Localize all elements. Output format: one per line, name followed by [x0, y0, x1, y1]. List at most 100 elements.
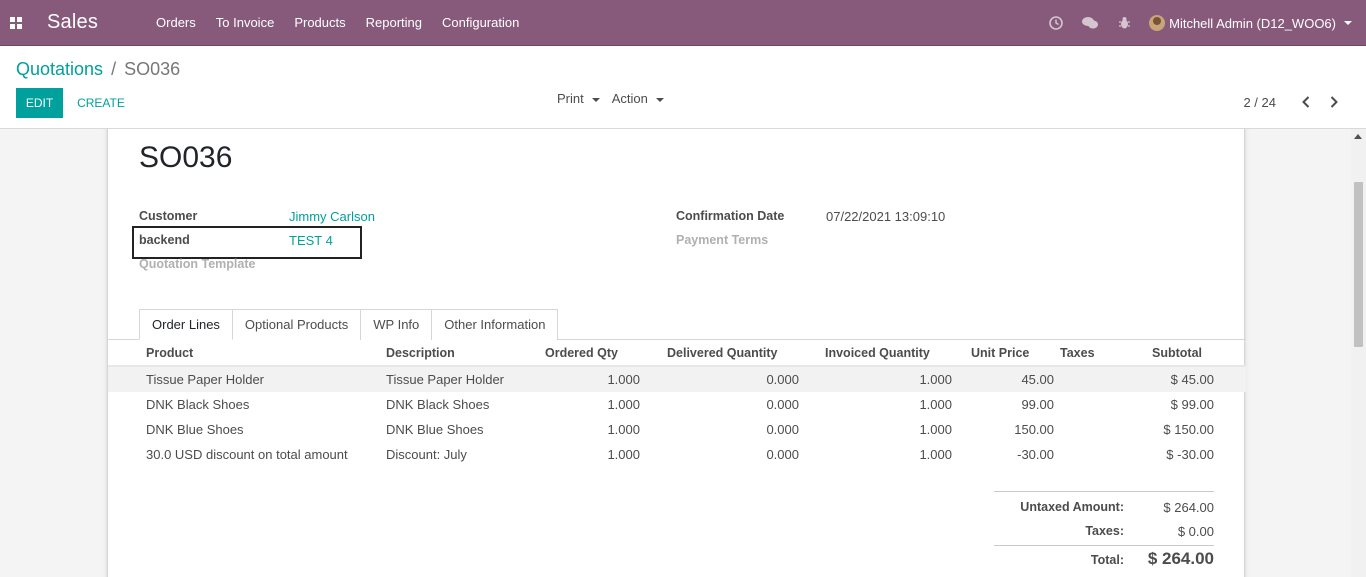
- cell-product: DNK Blue Shoes: [146, 422, 244, 437]
- cell-invoiced-qty: 1.000: [919, 447, 952, 462]
- cell-subtotal: $ 45.00: [1170, 372, 1214, 387]
- breadcrumb-current: SO036: [124, 59, 181, 79]
- messages-icon[interactable]: [1073, 0, 1107, 46]
- app-brand[interactable]: Sales: [47, 11, 98, 34]
- table-row[interactable]: Tissue Paper Holder Tissue Paper Holder …: [108, 367, 1246, 392]
- control-panel: Quotations / SO036 EDIT CREATE Print Act…: [0, 46, 1366, 129]
- payment-terms-label: Payment Terms: [676, 233, 769, 247]
- taxes-value: $ 0.00: [1177, 524, 1214, 539]
- cell-subtotal: $ 150.00: [1163, 422, 1214, 437]
- header-invoiced-quantity[interactable]: Invoiced Quantity: [825, 346, 930, 360]
- header-subtotal[interactable]: Subtotal: [1152, 346, 1202, 360]
- table-row[interactable]: DNK Blue Shoes DNK Blue Shoes 1.000 0.00…: [108, 417, 1246, 442]
- backend-label: backend: [139, 233, 190, 247]
- cell-description: Discount: July: [386, 447, 467, 462]
- cell-ordered-qty: 1.000: [607, 422, 640, 437]
- cell-description: DNK Blue Shoes: [386, 422, 484, 437]
- pager: 2 / 24: [1243, 94, 1344, 110]
- apps-menu-icon[interactable]: [0, 0, 32, 46]
- customer-value[interactable]: Jimmy Carlson: [289, 209, 375, 224]
- header-unit-price[interactable]: Unit Price: [971, 346, 1029, 360]
- cell-invoiced-qty: 1.000: [919, 372, 952, 387]
- edit-button[interactable]: EDIT: [16, 88, 63, 118]
- untaxed-amount-value: $ 264.00: [1163, 500, 1214, 515]
- cell-description: Tissue Paper Holder: [386, 372, 505, 387]
- taxes-label: Taxes:: [1085, 524, 1124, 538]
- tab-order-lines[interactable]: Order Lines: [139, 309, 233, 340]
- create-button[interactable]: CREATE: [69, 88, 133, 118]
- total-label: Total:: [1090, 553, 1124, 567]
- next-record-icon[interactable]: [1324, 94, 1344, 110]
- action-dropdowns: Print Action: [557, 91, 676, 106]
- cell-unit-price: -30.00: [1017, 447, 1054, 462]
- table-row[interactable]: DNK Black Shoes DNK Black Shoes 1.000 0.…: [108, 392, 1246, 417]
- chevron-down-icon: [1344, 21, 1352, 25]
- confirmation-date-value: 07/22/2021 13:09:10: [826, 209, 946, 224]
- navbar-systray: Mitchell Admin (D12_WOO6): [1039, 0, 1366, 46]
- menu-item-to-invoice[interactable]: To Invoice: [206, 15, 285, 30]
- action-label: Action: [611, 91, 648, 106]
- cell-product: Tissue Paper Holder: [146, 372, 265, 387]
- totals-top-divider: [994, 491, 1214, 492]
- quotation-template-label: Quotation Template: [139, 257, 256, 271]
- pager-value[interactable]: 2 / 24: [1243, 95, 1276, 110]
- action-dropdown[interactable]: Action: [612, 91, 664, 106]
- untaxed-amount-label: Untaxed Amount:: [1020, 500, 1124, 514]
- backend-value[interactable]: TEST 4: [289, 233, 333, 248]
- cell-ordered-qty: 1.000: [607, 397, 640, 412]
- header-description[interactable]: Description: [386, 346, 455, 360]
- cell-product: 30.0 USD discount on total amount: [146, 447, 348, 462]
- order-lines-table: Product Description Ordered Qty Delivere…: [108, 340, 1246, 467]
- cell-unit-price: 150.00: [1014, 422, 1054, 437]
- menu-item-configuration[interactable]: Configuration: [432, 15, 529, 30]
- cell-subtotal: $ -30.00: [1166, 447, 1214, 462]
- print-label: Print: [557, 91, 584, 106]
- main-menu: Orders To Invoice Products Reporting Con…: [146, 15, 529, 30]
- scroll-up-arrow-icon[interactable]: [1354, 134, 1362, 139]
- avatar: [1149, 15, 1166, 31]
- scrollbar[interactable]: [1351, 129, 1366, 577]
- tab-other-information[interactable]: Other Information: [431, 309, 559, 340]
- breadcrumb-separator: /: [111, 59, 117, 79]
- cell-unit-price: 45.00: [1021, 372, 1054, 387]
- breadcrumb: Quotations / SO036: [16, 59, 180, 80]
- totals-divider: [994, 545, 1214, 546]
- cell-invoiced-qty: 1.000: [919, 422, 952, 437]
- chevron-down-icon: [591, 97, 600, 102]
- cell-unit-price: 99.00: [1021, 397, 1054, 412]
- cell-ordered-qty: 1.000: [607, 372, 640, 387]
- menu-item-reporting[interactable]: Reporting: [356, 15, 432, 30]
- cell-description: DNK Black Shoes: [386, 397, 490, 412]
- previous-record-icon[interactable]: [1296, 94, 1316, 110]
- form-content: SO036 Customer Jimmy Carlson backend TES…: [0, 129, 1366, 577]
- header-taxes[interactable]: Taxes: [1060, 346, 1095, 360]
- cell-delivered-qty: 0.000: [766, 447, 799, 462]
- menu-item-products[interactable]: Products: [284, 15, 355, 30]
- cell-subtotal: $ 99.00: [1170, 397, 1214, 412]
- breadcrumb-quotations[interactable]: Quotations: [16, 59, 103, 80]
- user-name: Mitchell Admin (D12_WOO6): [1169, 15, 1336, 31]
- user-menu[interactable]: Mitchell Admin (D12_WOO6): [1149, 15, 1352, 31]
- scrollbar-thumb[interactable]: [1354, 182, 1363, 347]
- tab-wp-info[interactable]: WP Info: [360, 309, 433, 340]
- print-dropdown[interactable]: Print: [557, 91, 600, 106]
- header-delivered-quantity[interactable]: Delivered Quantity: [667, 346, 777, 360]
- cell-invoiced-qty: 1.000: [919, 397, 952, 412]
- cell-product: DNK Black Shoes: [146, 397, 250, 412]
- record-title: SO036: [139, 141, 233, 174]
- customer-label: Customer: [139, 209, 198, 223]
- debug-bug-icon[interactable]: [1107, 0, 1141, 46]
- tab-optional-products[interactable]: Optional Products: [231, 309, 362, 340]
- cell-delivered-qty: 0.000: [766, 397, 799, 412]
- chevron-down-icon: [655, 97, 664, 102]
- header-ordered-qty[interactable]: Ordered Qty: [545, 346, 618, 360]
- activity-clock-icon[interactable]: [1039, 0, 1073, 46]
- table-row[interactable]: 30.0 USD discount on total amount Discou…: [108, 442, 1246, 467]
- menu-item-orders[interactable]: Orders: [146, 15, 206, 30]
- total-value: $ 264.00: [1147, 549, 1214, 568]
- notebook-tabs: Order Lines Optional Products WP Info Ot…: [139, 309, 559, 340]
- cell-delivered-qty: 0.000: [766, 422, 799, 437]
- form-sheet: SO036 Customer Jimmy Carlson backend TES…: [107, 129, 1246, 577]
- header-product[interactable]: Product: [146, 346, 193, 360]
- confirmation-date-label: Confirmation Date: [676, 209, 785, 223]
